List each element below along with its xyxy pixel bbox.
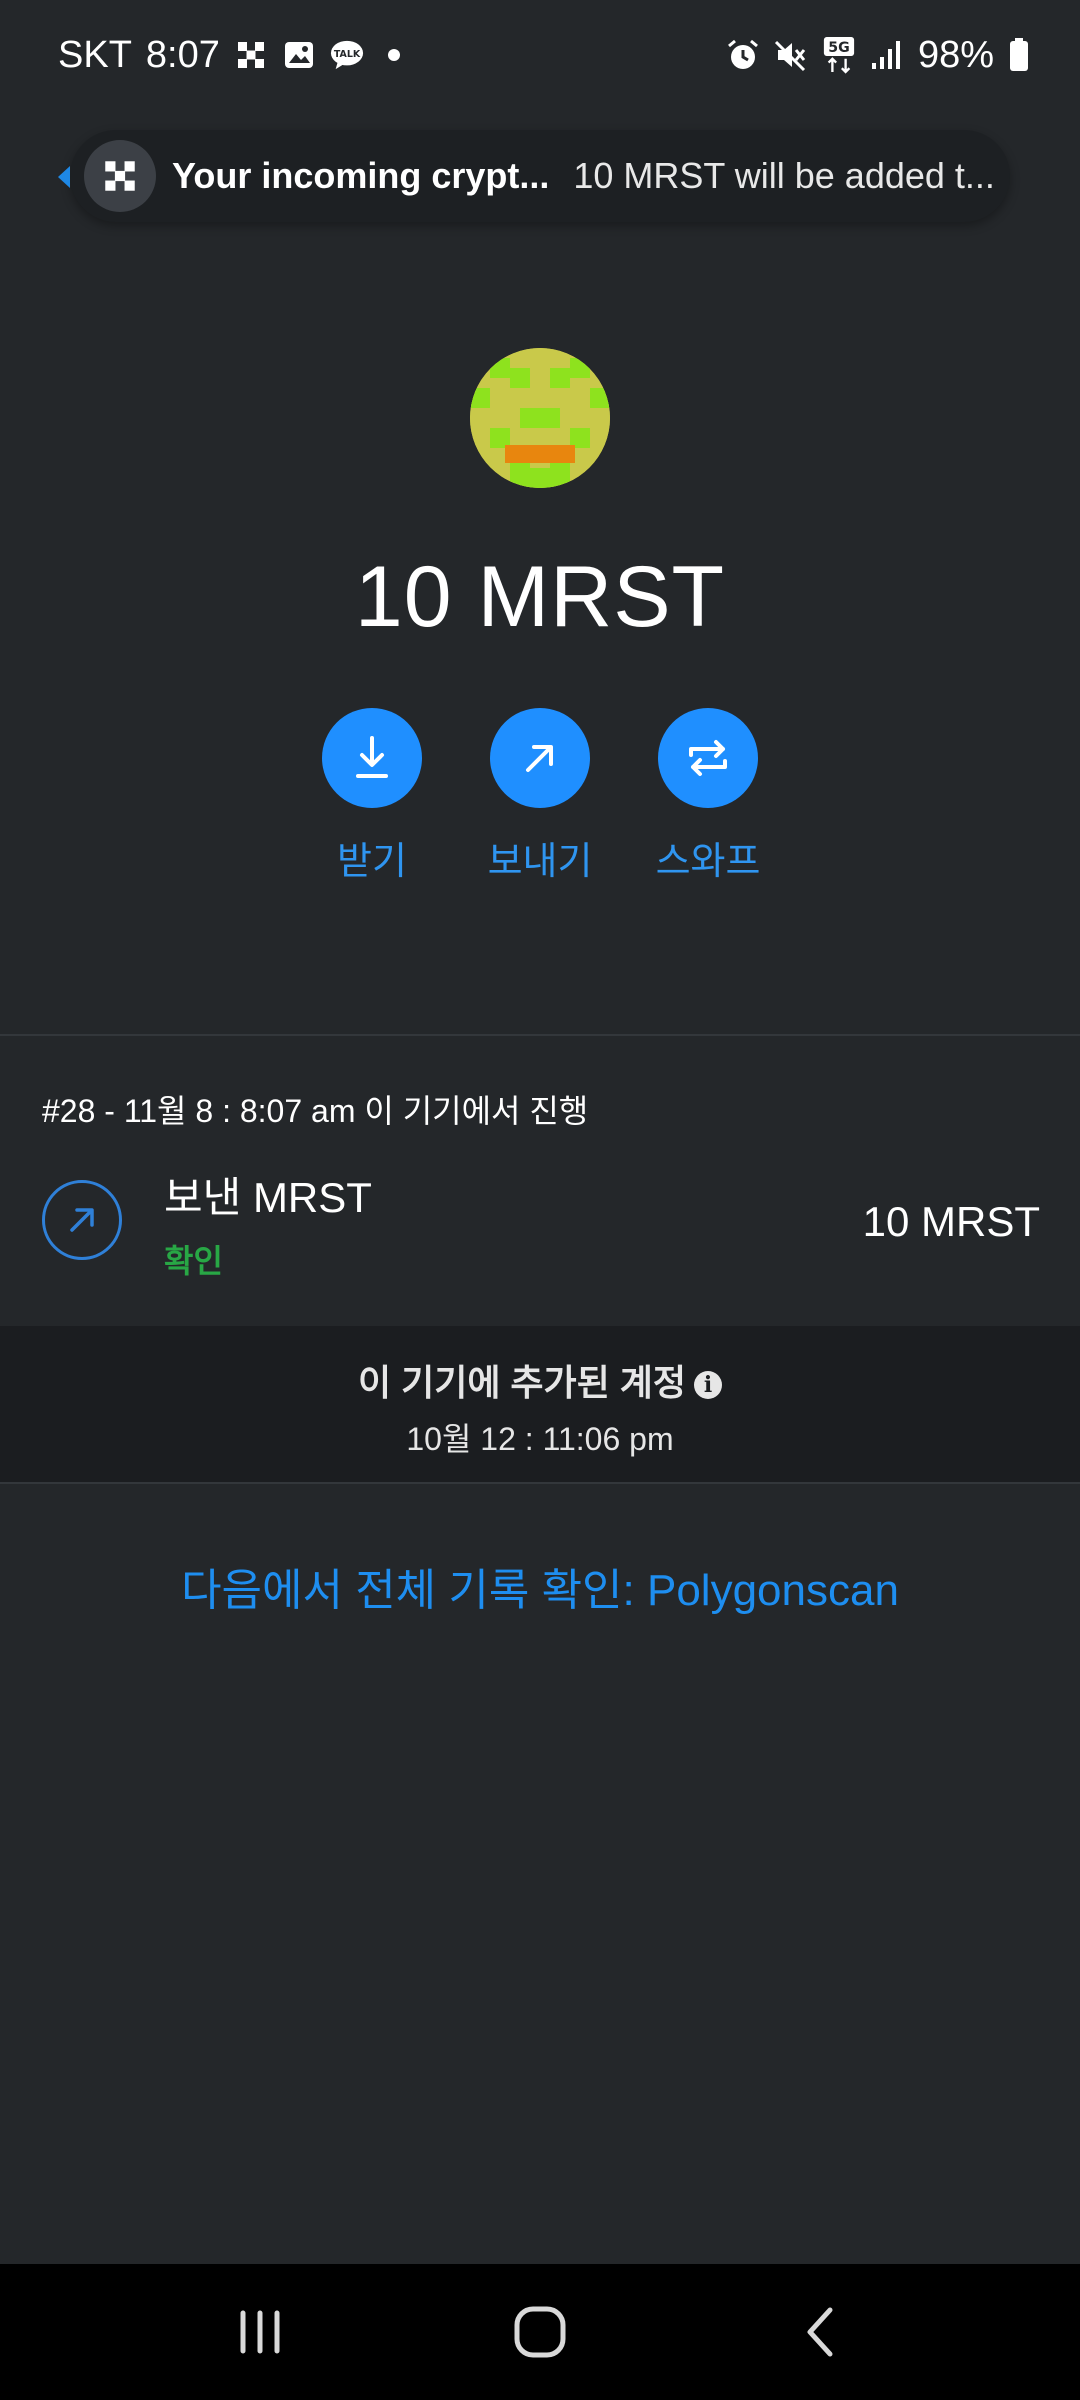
talk-icon: TALK [330,38,364,72]
status-bar: SKT 8:07 TALK 5G 98% [0,0,1080,110]
transaction-title: 보낸 MRST [164,1174,372,1221]
clock: 8:07 [145,33,220,76]
recent-apps-button[interactable] [215,2287,305,2377]
status-right: 5G 98% [726,34,1030,77]
transaction-status: 확인 [164,1243,223,1279]
token-amount: 10 MRST [354,549,726,645]
account-added-date: 10월 12 : 11:06 pm [406,1421,674,1457]
swap-label: 스와프 [655,841,761,883]
home-icon [514,2306,566,2358]
dot-icon [387,49,400,61]
signal-icon [870,38,904,72]
sent-arrow-icon [42,1180,122,1260]
download-icon[interactable] [322,708,422,808]
alarm-icon [726,38,760,72]
account-added-heading: 이 기기에 추가된 계정 i [0,1354,1080,1406]
swap-button[interactable]: 스와프 [655,708,761,885]
carrier-label: SKT [58,33,132,76]
svg-text:5G: 5G [828,40,849,56]
transaction-row[interactable]: 보낸 MRST 확인 10 MRST [42,1160,1040,1280]
home-button[interactable] [495,2287,585,2377]
app-notification-icon [234,38,268,72]
mute-icon [774,38,808,72]
transaction-date: #28 - 11월 8 : 8:07 am 이 기기에서 진행 [42,1093,589,1129]
notification-body: 10 MRST will be added t... [573,155,995,196]
back-button[interactable] [775,2287,865,2377]
info-icon[interactable]: i [694,1371,723,1400]
polygonscan-history-link[interactable]: 다음에서 전체 기록 확인: Polygonscan [0,1554,1080,1618]
account-added-title: 이 기기에 추가된 계정 [357,1362,687,1403]
notification-toast[interactable]: Your incoming crypt... 10 MRST will be a… [58,130,1010,222]
notification-app-icon [84,140,156,212]
receive-button[interactable]: 받기 [322,708,422,885]
receive-label: 받기 [337,841,407,883]
navigation-bar [0,2264,1080,2400]
action-buttons: 받기 보내기 스와프 [0,708,1080,885]
back-icon [807,2307,833,2357]
token-avatar [470,348,610,488]
recent-apps-icon [240,2310,280,2354]
status-left: SKT 8:07 TALK [58,34,400,77]
toast-expand-arrow-icon[interactable] [58,166,70,188]
divider [0,1034,1080,1036]
battery-icon [1008,38,1030,72]
swap-icon[interactable] [658,708,758,808]
send-label: 보내기 [487,841,593,883]
battery-level: 98% [917,33,994,76]
transaction-amount: 10 MRST [862,1198,1040,1245]
arrow-up-right-icon[interactable] [490,708,590,808]
svg-text:TALK: TALK [334,49,361,60]
send-button[interactable]: 보내기 [487,708,593,885]
gallery-icon [282,38,316,72]
5g-icon: 5G [822,37,856,74]
notification-title: Your incoming crypt... [172,155,550,196]
account-added-section: 이 기기에 추가된 계정 i 10월 12 : 11:06 pm [0,1326,1080,1484]
